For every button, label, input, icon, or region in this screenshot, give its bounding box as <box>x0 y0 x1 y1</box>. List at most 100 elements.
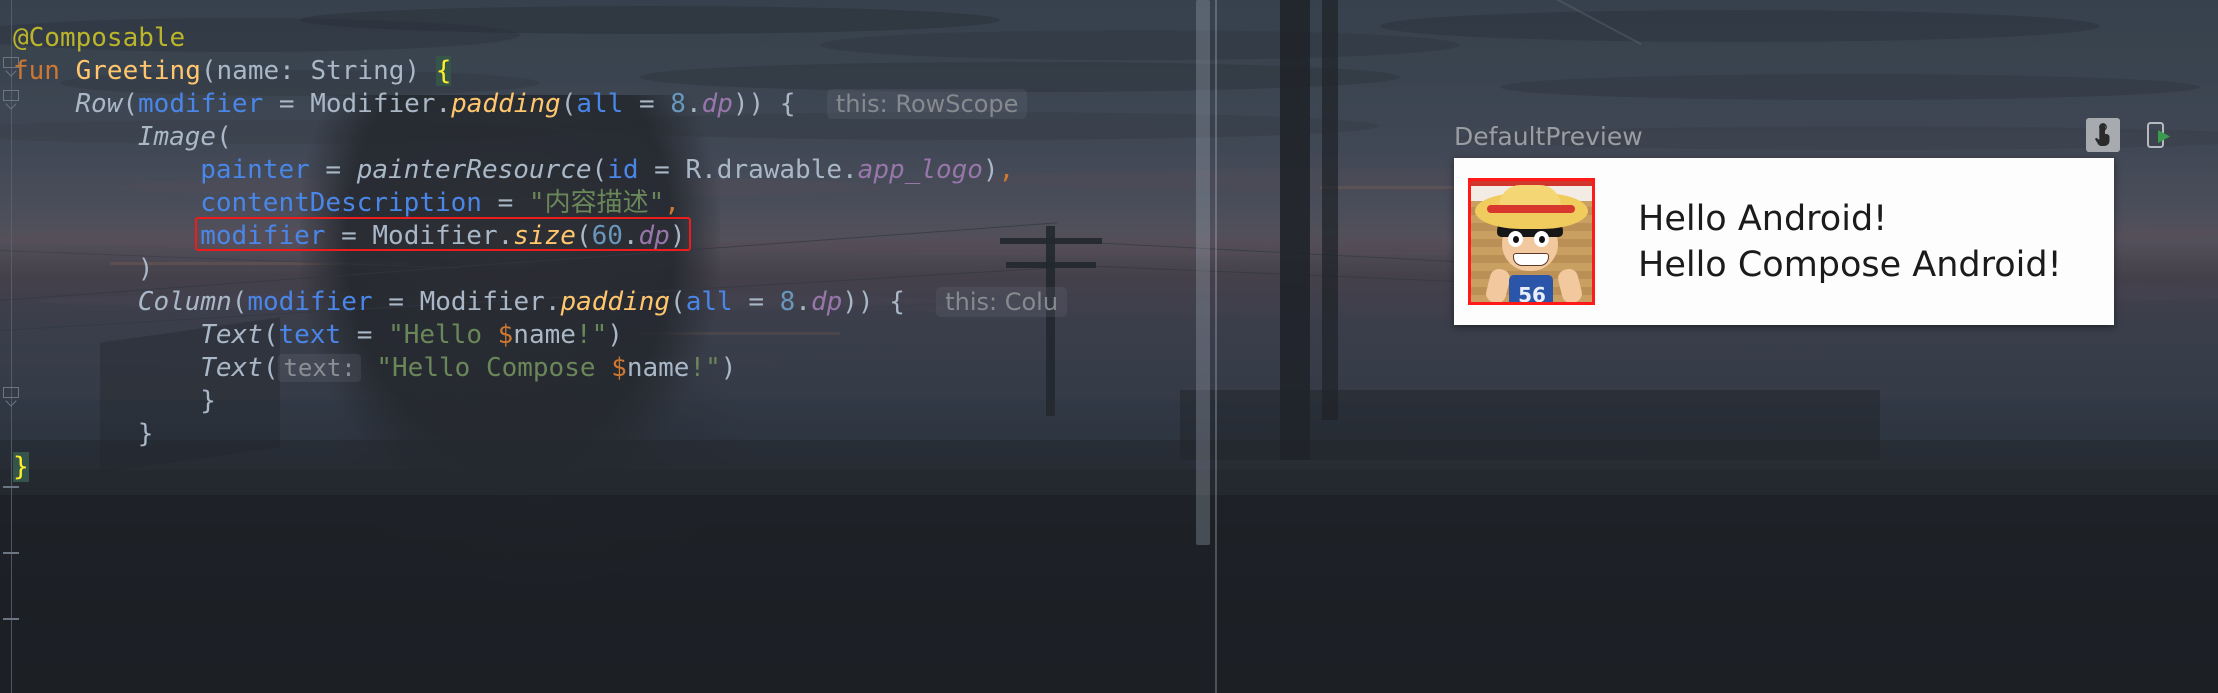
code-token: = <box>263 89 311 119</box>
preview-text-line-1: Hello Android! <box>1638 198 1888 239</box>
code-token: @Composable <box>13 23 186 53</box>
code-token: Modifier <box>419 287 545 317</box>
code-token: $ <box>497 320 514 350</box>
code-line[interactable]: painter = painterResource(id = R.drawabl… <box>200 154 1014 187</box>
code-token: { <box>889 287 905 317</box>
code-token: , <box>998 155 1015 185</box>
code-token: { <box>779 89 796 119</box>
code-token: app_logo <box>857 155 983 185</box>
code-token: modifier <box>247 287 373 317</box>
code-token: = <box>481 188 529 218</box>
code-token: contentDescription <box>200 188 482 218</box>
code-token: )) <box>732 89 780 119</box>
code-token: dp <box>701 89 733 119</box>
code-token: Text <box>200 320 263 350</box>
code-token: !" <box>689 353 721 383</box>
code-line[interactable]: Text(text: "Hello Compose $name!") <box>200 352 736 385</box>
vertical-scrollbar[interactable] <box>1196 0 1210 545</box>
code-line[interactable]: Row(modifier = Modifier.padding(all = 8.… <box>75 88 1028 121</box>
code-token: } <box>13 452 29 482</box>
code-token: padding <box>451 89 561 119</box>
code-token: name <box>626 353 690 383</box>
preview-image-app-logo: 56 <box>1468 178 1595 305</box>
code-token: ) <box>720 353 737 383</box>
code-token: . <box>497 221 514 251</box>
code-token: fun <box>13 56 76 86</box>
code-token: ) <box>607 320 623 350</box>
code-token: Column <box>137 287 232 317</box>
code-token: ) <box>404 56 436 86</box>
code-text-area[interactable]: @Composable fun Greeting(name: String) {R… <box>0 0 1215 693</box>
code-token: ( <box>575 221 592 251</box>
code-token: Image <box>137 122 217 152</box>
code-token: $ <box>611 353 627 383</box>
code-token: modifier <box>200 221 326 251</box>
code-line[interactable]: } <box>138 418 154 451</box>
interactive-mode-icon[interactable] <box>2086 118 2120 152</box>
code-token: dp <box>638 221 670 251</box>
code-token: ( <box>231 287 248 317</box>
implicit-receiver-hint: this: Colu <box>936 287 1068 317</box>
preview-toolbar <box>2086 118 2176 152</box>
code-line[interactable]: ) <box>138 253 154 286</box>
code-line[interactable]: } <box>200 385 216 418</box>
editor-preview-divider[interactable] <box>1215 0 1217 693</box>
code-token: = <box>732 287 780 317</box>
code-token: painterResource <box>356 155 592 185</box>
code-token: } <box>200 386 216 416</box>
code-line[interactable]: fun Greeting(name: String) { <box>13 55 452 88</box>
code-line[interactable]: modifier = Modifier.size(60.dp) <box>200 220 685 253</box>
code-line[interactable]: @Composable <box>13 22 185 55</box>
code-token: ( <box>591 155 608 185</box>
code-token: size <box>513 221 576 251</box>
code-token: "Hello Compose <box>376 353 612 383</box>
code-token: = <box>341 320 389 350</box>
code-token: = <box>372 287 420 317</box>
code-token: = <box>309 155 357 185</box>
code-token: ( <box>670 287 686 317</box>
code-token: . <box>795 287 811 317</box>
code-token: } <box>137 419 154 449</box>
code-token: { <box>435 56 452 86</box>
code-token: . <box>544 287 561 317</box>
code-token: id <box>607 155 639 185</box>
code-token: ) <box>137 254 154 284</box>
code-token: = <box>325 221 373 251</box>
code-token: 8 <box>779 287 796 317</box>
code-token: . <box>622 221 639 251</box>
compose-preview-pane: DefaultPreview 56 Hello Android! Hello C… <box>1218 0 2218 693</box>
code-token: modifier <box>138 89 264 119</box>
preview-text-column: Hello Android! Hello Compose Android! <box>1638 196 2062 288</box>
code-token: ( <box>200 56 217 86</box>
run-on-device-icon[interactable] <box>2142 118 2176 152</box>
code-token: all <box>685 287 733 317</box>
code-line[interactable]: Column(modifier = Modifier.padding(all =… <box>137 286 1068 319</box>
code-token: Modifier <box>310 89 436 119</box>
code-token: Row <box>75 89 123 119</box>
code-token: ( <box>216 122 232 152</box>
code-token: ( <box>262 320 279 350</box>
code-token: ( <box>560 89 577 119</box>
ide-editor-window: @Composable fun Greeting(name: String) {R… <box>0 0 2218 693</box>
code-token: dp <box>810 287 843 317</box>
code-line[interactable]: Image( <box>138 121 232 154</box>
code-token: ( <box>122 89 139 119</box>
code-token: ) <box>669 221 686 251</box>
preview-title: DefaultPreview <box>1454 122 1643 151</box>
avatar-jersey-number: 56 <box>1518 283 1546 305</box>
implicit-receiver-hint: this: RowScope <box>826 89 1028 119</box>
code-line[interactable]: } <box>13 451 29 484</box>
code-token: ( <box>262 353 279 383</box>
code-line[interactable]: Text(text = "Hello $name!") <box>200 319 623 352</box>
code-token: : <box>279 56 311 86</box>
code-token: 8 <box>670 89 686 119</box>
code-line[interactable]: contentDescription = "内容描述", <box>200 187 680 220</box>
code-token: = <box>638 155 686 185</box>
code-token: !" <box>575 320 608 350</box>
preview-render-card[interactable]: 56 Hello Android! Hello Compose Android! <box>1454 158 2114 325</box>
code-token: , <box>664 188 680 218</box>
code-token: R.drawable. <box>685 155 858 185</box>
code-token: text <box>278 320 342 350</box>
code-token: name <box>216 56 280 86</box>
code-token: = <box>623 89 671 119</box>
